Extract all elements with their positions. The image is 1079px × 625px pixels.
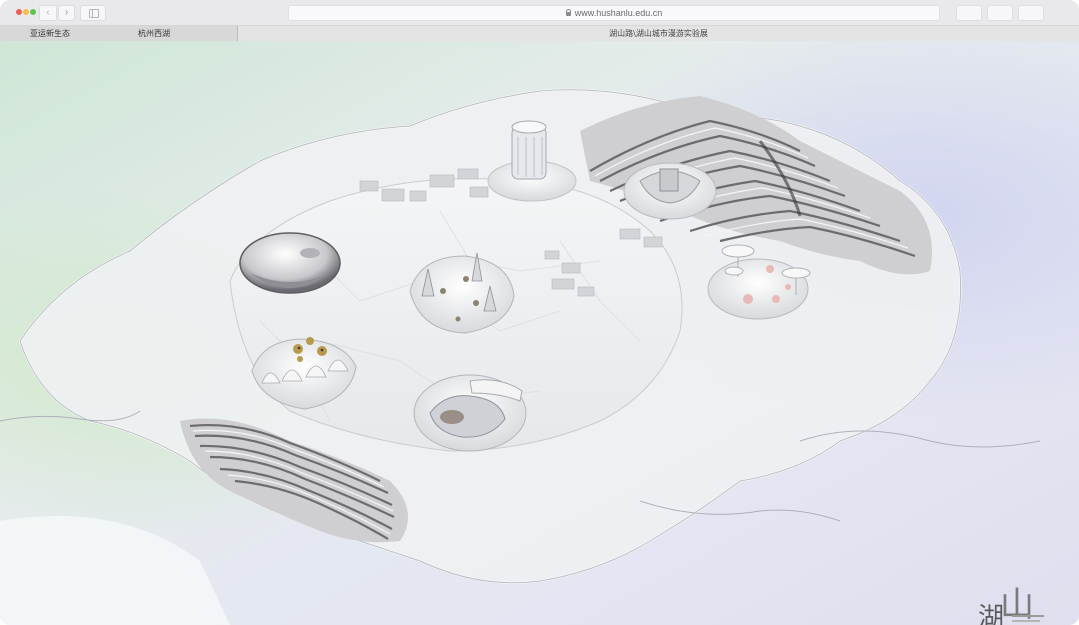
maximize-window-button[interactable] — [30, 9, 36, 15]
hushan-logo: 山 湖 — [976, 577, 1046, 625]
share-button[interactable] — [956, 5, 982, 21]
forward-arrow-icon: › — [64, 7, 69, 18]
map-illustration — [0, 41, 1079, 625]
logo-lake-char: 湖 — [978, 603, 1005, 625]
sidebar-icon — [89, 9, 99, 18]
map-scene[interactable]: 山 湖 — [0, 41, 1079, 625]
site-navigation: 亚运新生态 杭州西湖 湖山路\湖山城市漫游实验展 — [0, 26, 1079, 41]
address-bar[interactable]: www.hushanlu.edu.cn — [288, 5, 940, 21]
logo-text-line — [1012, 620, 1040, 622]
forward-button[interactable]: › — [58, 5, 75, 21]
tab-overview-button[interactable] — [1018, 5, 1044, 21]
minimize-window-button[interactable] — [23, 9, 29, 15]
back-arrow-icon: ‹ — [46, 7, 50, 18]
logo-text-line — [1012, 615, 1044, 617]
close-window-button[interactable] — [16, 9, 22, 15]
logo-mountain-char: 山 — [1000, 585, 1034, 625]
nav-item-asian-games-ecology[interactable]: 亚运新生态 — [30, 26, 70, 41]
lock-icon — [565, 9, 571, 16]
browser-toolbar: ‹ › www.hushanlu.edu.cn — [0, 0, 1079, 26]
back-button[interactable]: ‹ — [39, 5, 57, 21]
sidebar-toggle-button[interactable] — [80, 5, 106, 21]
nav-item-hangzhou-westlake[interactable]: 杭州西湖 — [138, 26, 170, 41]
address-url: www.hushanlu.edu.cn — [574, 8, 663, 18]
browser-window: ‹ › www.hushanlu.edu.cn 亚运新生态 杭州西湖 湖山路\湖… — [0, 0, 1079, 625]
page-title: 湖山路\湖山城市漫游实验展 — [238, 26, 1079, 41]
new-tab-button[interactable] — [987, 5, 1013, 21]
